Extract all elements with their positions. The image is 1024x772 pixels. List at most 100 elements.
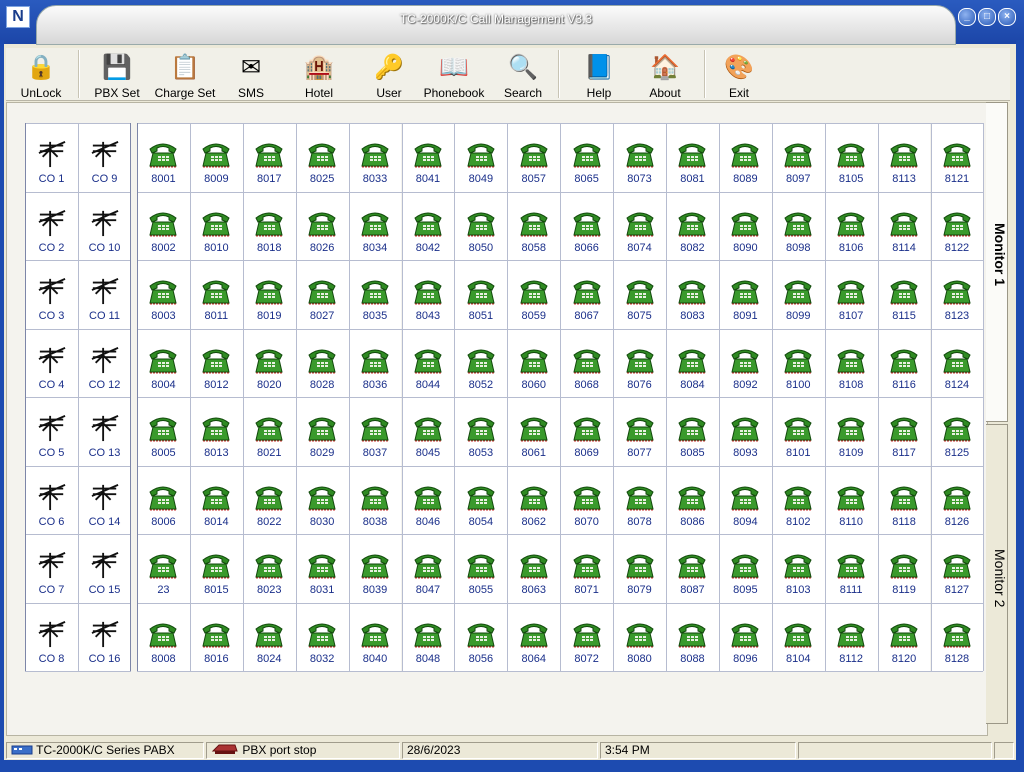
extension-cell[interactable]: 8052 — [454, 328, 508, 397]
extension-cell[interactable]: 8085 — [666, 397, 719, 466]
extension-cell[interactable]: 8113 — [877, 123, 931, 192]
size-grip[interactable] — [994, 742, 1014, 759]
extension-cell[interactable]: 8013 — [189, 397, 243, 466]
extension-cell[interactable]: 8073 — [613, 123, 666, 192]
extension-cell[interactable]: 8022 — [242, 465, 296, 534]
extension-cell[interactable]: 8096 — [718, 602, 772, 671]
toolbar-button-pbx-set[interactable]: 💾 PBX Set — [92, 48, 142, 100]
extension-cell[interactable]: 8042 — [401, 191, 455, 260]
toolbar-button-phonebook[interactable]: 📖 Phonebook — [422, 48, 486, 100]
extension-cell[interactable]: 8065 — [560, 123, 614, 192]
co-line-cell[interactable]: CO 5 — [25, 397, 78, 466]
extension-cell[interactable]: 8078 — [613, 465, 666, 534]
extension-cell[interactable]: 8021 — [242, 397, 296, 466]
extension-cell[interactable]: 8088 — [666, 602, 719, 671]
co-line-cell[interactable]: CO 10 — [78, 191, 131, 260]
co-line-cell[interactable]: CO 1 — [25, 123, 78, 192]
co-line-cell[interactable]: CO 11 — [78, 260, 131, 329]
extension-cell[interactable]: 8001 — [137, 123, 190, 192]
extension-cell[interactable]: 8081 — [666, 123, 719, 192]
extension-cell[interactable]: 8002 — [137, 191, 190, 260]
extension-cell[interactable]: 8004 — [137, 328, 190, 397]
extension-cell[interactable]: 8080 — [613, 602, 666, 671]
extension-cell[interactable]: 8076 — [613, 328, 666, 397]
extension-cell[interactable]: 8009 — [189, 123, 243, 192]
co-line-cell[interactable]: CO 2 — [25, 191, 78, 260]
extension-cell[interactable]: 8030 — [295, 465, 349, 534]
extension-cell[interactable]: 8123 — [930, 260, 984, 329]
extension-cell[interactable]: 8026 — [295, 191, 349, 260]
extension-cell[interactable]: 8010 — [189, 191, 243, 260]
extension-cell[interactable]: 8067 — [560, 260, 614, 329]
extension-cell[interactable]: 8105 — [824, 123, 878, 192]
extension-cell[interactable]: 8092 — [718, 328, 772, 397]
extension-cell[interactable]: 8118 — [877, 465, 931, 534]
extension-cell[interactable]: 8034 — [348, 191, 402, 260]
extension-cell[interactable]: 8037 — [348, 397, 402, 466]
maximize-button[interactable]: □ — [978, 8, 996, 26]
extension-cell[interactable]: 8108 — [824, 328, 878, 397]
extension-cell[interactable]: 8090 — [718, 191, 772, 260]
toolbar-button-sms[interactable]: ✉ SMS — [228, 48, 274, 100]
extension-cell[interactable]: 8011 — [189, 260, 243, 329]
co-line-cell[interactable]: CO 4 — [25, 328, 78, 397]
extension-cell[interactable]: 8050 — [454, 191, 508, 260]
app-logo-icon[interactable]: N — [6, 6, 30, 28]
extension-cell[interactable]: 8061 — [507, 397, 561, 466]
extension-cell[interactable]: 8127 — [930, 534, 984, 603]
co-line-cell[interactable]: CO 13 — [78, 397, 131, 466]
extension-cell[interactable]: 8046 — [401, 465, 455, 534]
extension-cell[interactable]: 8115 — [877, 260, 931, 329]
extension-cell[interactable]: 8044 — [401, 328, 455, 397]
extension-cell[interactable]: 8111 — [824, 534, 878, 603]
extension-cell[interactable]: 8063 — [507, 534, 561, 603]
extension-cell[interactable]: 8045 — [401, 397, 455, 466]
extension-cell[interactable]: 8031 — [295, 534, 349, 603]
extension-cell[interactable]: 8032 — [295, 602, 349, 671]
extension-cell[interactable]: 8064 — [507, 602, 561, 671]
extension-cell[interactable]: 8047 — [401, 534, 455, 603]
extension-cell[interactable]: 8087 — [666, 534, 719, 603]
extension-cell[interactable]: 8100 — [771, 328, 825, 397]
extension-cell[interactable]: 8024 — [242, 602, 296, 671]
extension-cell[interactable]: 8075 — [613, 260, 666, 329]
extension-cell[interactable]: 8054 — [454, 465, 508, 534]
extension-cell[interactable]: 8006 — [137, 465, 190, 534]
extension-cell[interactable]: 8068 — [560, 328, 614, 397]
extension-cell[interactable]: 8069 — [560, 397, 614, 466]
extension-cell[interactable]: 8038 — [348, 465, 402, 534]
extension-cell[interactable]: 8058 — [507, 191, 561, 260]
extension-cell[interactable]: 8077 — [613, 397, 666, 466]
extension-cell[interactable]: 8072 — [560, 602, 614, 671]
extension-cell[interactable]: 8106 — [824, 191, 878, 260]
extension-cell[interactable]: 8094 — [718, 465, 772, 534]
extension-cell[interactable]: 8028 — [295, 328, 349, 397]
extension-cell[interactable]: 8093 — [718, 397, 772, 466]
extension-cell[interactable]: 8102 — [771, 465, 825, 534]
toolbar-button-charge-set[interactable]: 📋 Charge Set — [154, 48, 216, 100]
extension-cell[interactable]: 23 — [137, 534, 190, 603]
extension-cell[interactable]: 8057 — [507, 123, 561, 192]
extension-cell[interactable]: 8019 — [242, 260, 296, 329]
extension-cell[interactable]: 8120 — [877, 602, 931, 671]
extension-cell[interactable]: 8012 — [189, 328, 243, 397]
co-line-cell[interactable]: CO 8 — [25, 602, 78, 671]
extension-cell[interactable]: 8084 — [666, 328, 719, 397]
extension-cell[interactable]: 8023 — [242, 534, 296, 603]
toolbar-button-exit[interactable]: 🎨 Exit — [716, 48, 762, 100]
toolbar-button-user[interactable]: 🔑 User — [366, 48, 412, 100]
extension-cell[interactable]: 8128 — [930, 602, 984, 671]
extension-cell[interactable]: 8051 — [454, 260, 508, 329]
extension-cell[interactable]: 8005 — [137, 397, 190, 466]
extension-cell[interactable]: 8014 — [189, 465, 243, 534]
toolbar-button-unlock[interactable]: 🔒 UnLock — [18, 48, 64, 100]
extension-cell[interactable]: 8040 — [348, 602, 402, 671]
extension-cell[interactable]: 8041 — [401, 123, 455, 192]
extension-cell[interactable]: 8114 — [877, 191, 931, 260]
toolbar-button-search[interactable]: 🔍 Search — [500, 48, 546, 100]
extension-cell[interactable]: 8027 — [295, 260, 349, 329]
extension-cell[interactable]: 8055 — [454, 534, 508, 603]
extension-cell[interactable]: 8018 — [242, 191, 296, 260]
co-line-cell[interactable]: CO 6 — [25, 465, 78, 534]
co-line-cell[interactable]: CO 3 — [25, 260, 78, 329]
